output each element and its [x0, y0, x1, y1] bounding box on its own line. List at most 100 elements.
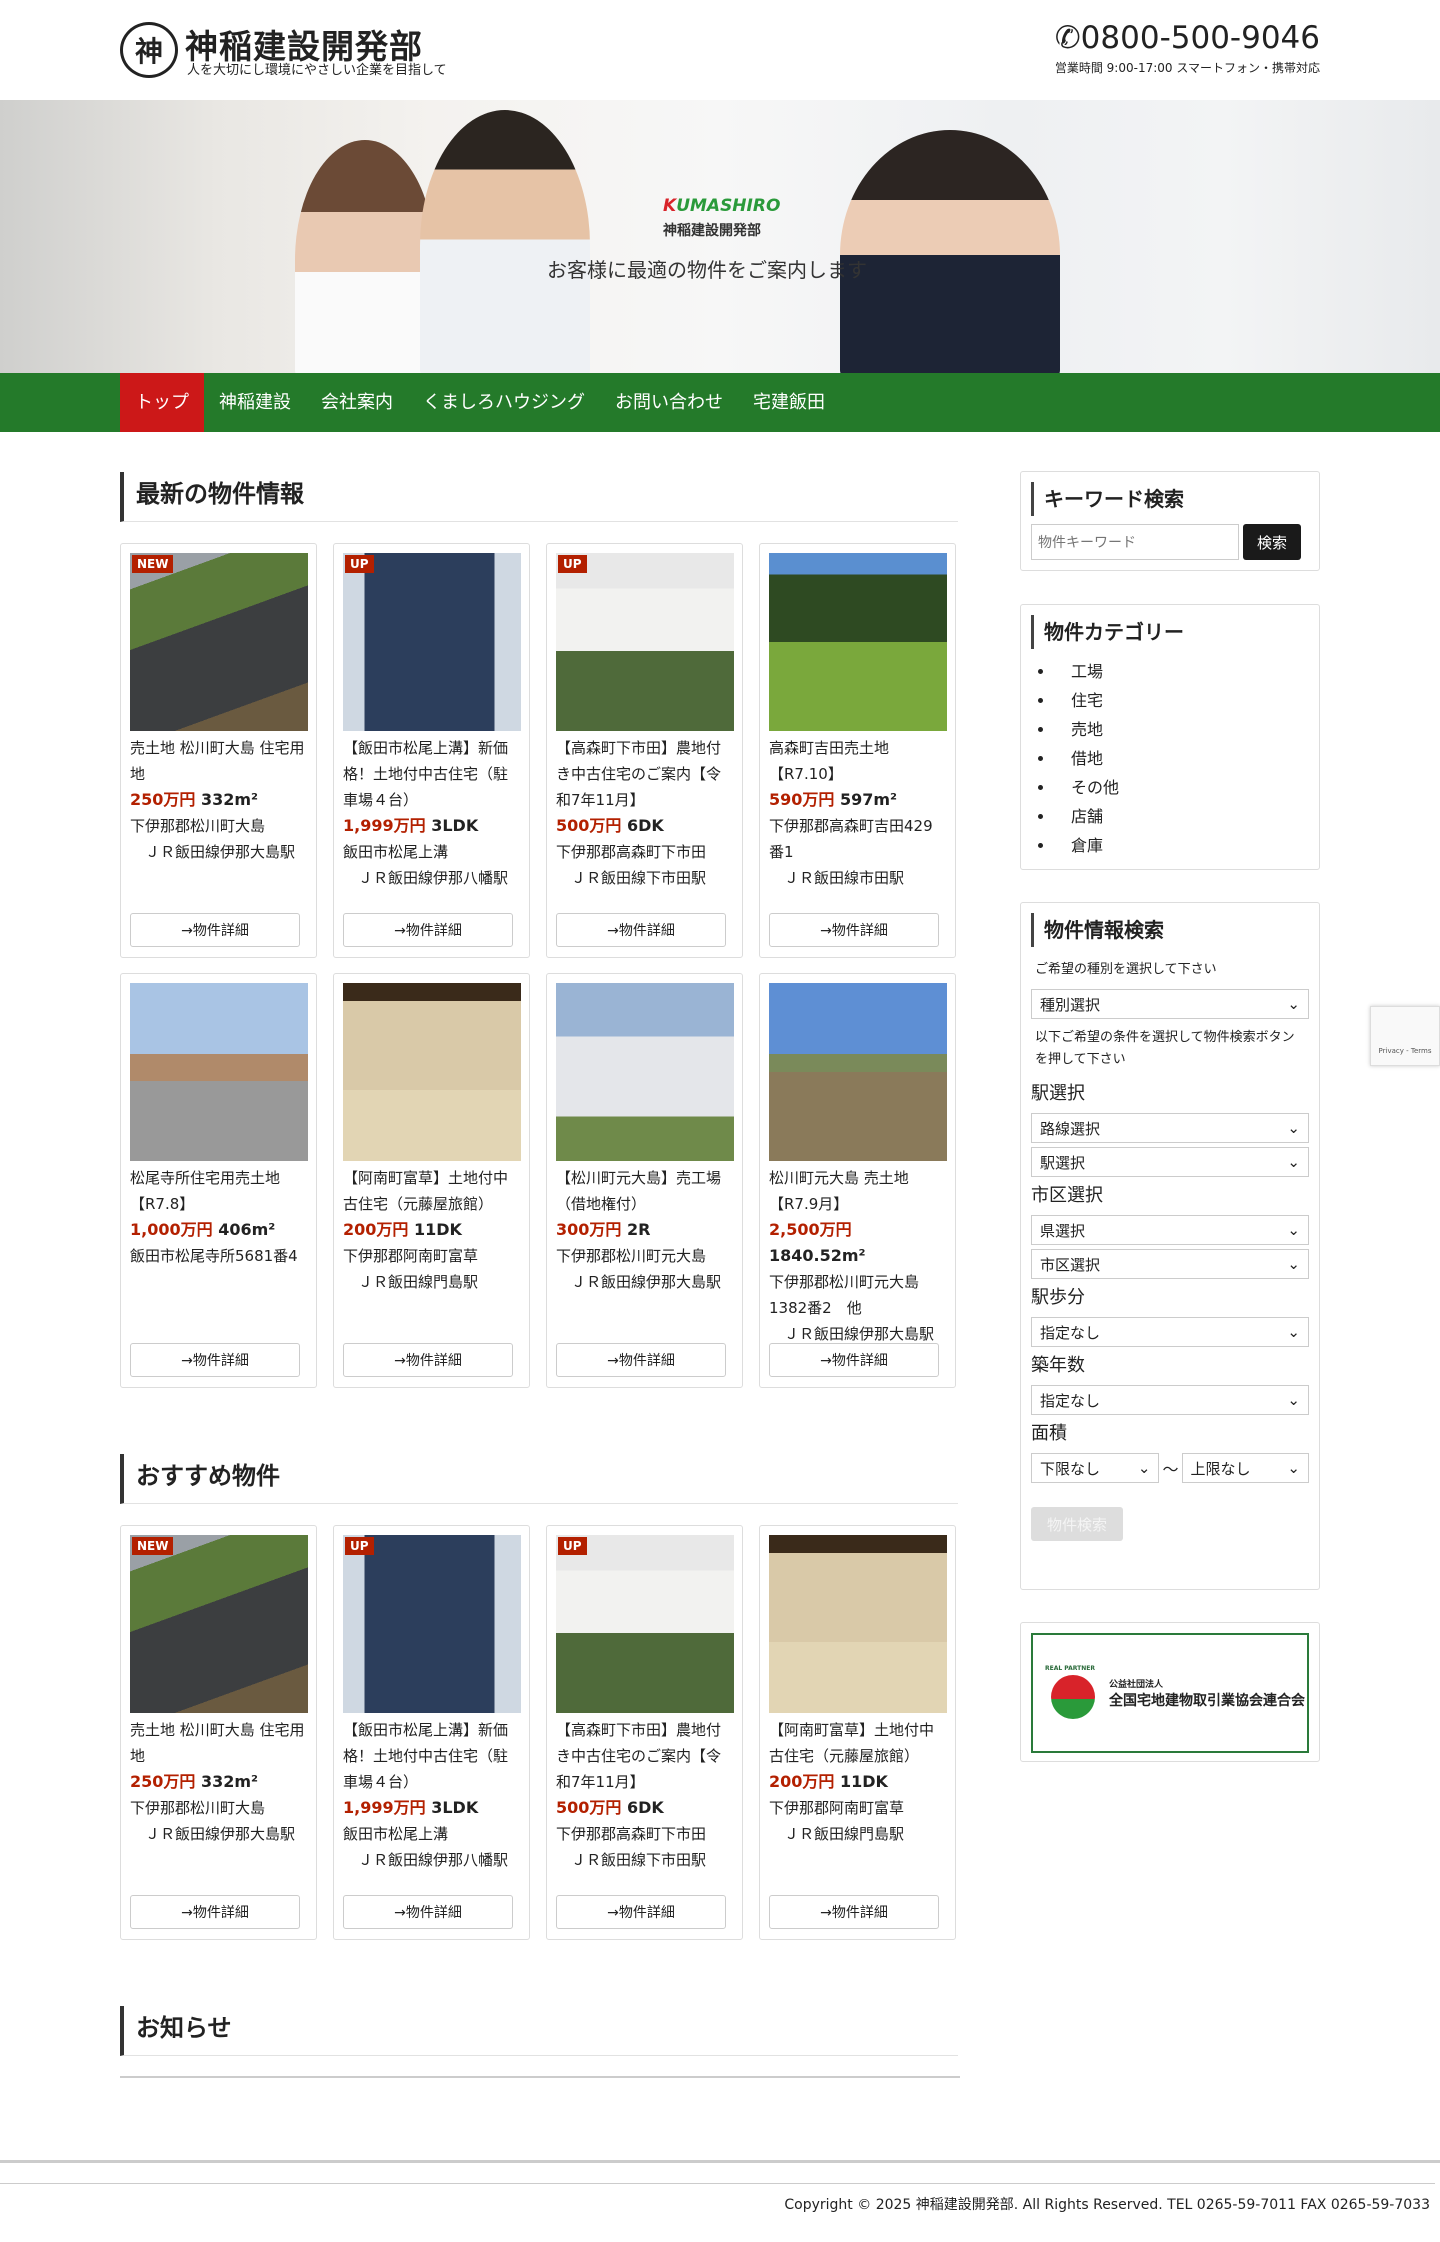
property-card[interactable]: 高森町吉田売土地【R7.10】 590万円 597m² 下伊那郡高森町吉田429番1…: [759, 543, 956, 958]
zentaku-banner[interactable]: REAL PARTNER 公益社団法人 全国宅地建物取引業協会連合会: [1031, 1633, 1309, 1753]
property-title[interactable]: 売土地 松川町大島 住宅用地: [130, 1717, 307, 1769]
property-title[interactable]: 高森町吉田売土地【R7.10】: [769, 735, 946, 787]
hero-catchcopy: お客様に最適の物件をご案内します: [547, 258, 867, 282]
price-value: 2,500万円: [769, 1220, 852, 1239]
property-photo[interactable]: [343, 983, 521, 1161]
property-card[interactable]: 松尾寺所住宅用売土地【R7.8】 1,000万円 406m² 飯田市松尾寺所5681…: [120, 973, 317, 1388]
widget-title: キーワード検索: [1031, 482, 1309, 516]
category-link[interactable]: その他: [1055, 773, 1309, 802]
category-link[interactable]: 店舗: [1055, 802, 1309, 831]
property-photo[interactable]: UP: [343, 553, 521, 731]
property-title[interactable]: 松尾寺所住宅用売土地【R7.8】: [130, 1165, 307, 1217]
property-spec: 3LDK: [431, 816, 479, 835]
property-address: 下伊那郡松川町大島: [130, 817, 266, 835]
property-photo[interactable]: UP: [556, 1535, 734, 1713]
detail-button[interactable]: →物件詳細: [769, 1343, 939, 1377]
nav-kumashiro-kensetsu[interactable]: 神稲建設: [204, 373, 306, 432]
property-address: 下伊那郡高森町吉田429番1: [769, 817, 933, 861]
property-card[interactable]: NEW 売土地 松川町大島 住宅用地 250万円 332m² 下伊那郡松川町大島 ＪＲ…: [120, 543, 317, 958]
city-select[interactable]: 市区選択 ⌄: [1031, 1249, 1309, 1279]
property-photo[interactable]: [556, 983, 734, 1161]
company-logo-icon[interactable]: 神: [120, 22, 178, 78]
detail-button[interactable]: →物件詳細: [343, 1343, 513, 1377]
type-select[interactable]: 種別選択 ⌄: [1031, 989, 1309, 1019]
property-photo[interactable]: [769, 1535, 947, 1713]
station-select[interactable]: 駅選択 ⌄: [1031, 1147, 1309, 1177]
property-title[interactable]: 【高森町下市田】農地付き中古住宅のご案内【令和7年11月】: [556, 1717, 733, 1795]
nav-housing[interactable]: くましろハウジング: [408, 373, 600, 432]
property-title[interactable]: 売土地 松川町大島 住宅用地: [130, 735, 307, 787]
property-title[interactable]: 【飯田市松尾上溝】新価格！土地付中古住宅（駐車場４台）: [343, 735, 520, 813]
property-title[interactable]: 【飯田市松尾上溝】新価格！土地付中古住宅（駐車場４台）: [343, 1717, 520, 1795]
detail-button[interactable]: →物件詳細: [130, 1343, 300, 1377]
property-card[interactable]: 【阿南町富草】土地付中古住宅（元藤屋旅館） 200万円 11DK 下伊那郡阿南町富草…: [759, 1525, 956, 1940]
detail-button[interactable]: →物件詳細: [556, 1343, 726, 1377]
field-label: 駅歩分: [1031, 1287, 1085, 1308]
property-title[interactable]: 【阿南町富草】土地付中古住宅（元藤屋旅館）: [343, 1165, 520, 1217]
banner-small-text: 公益社団法人: [1109, 1679, 1164, 1690]
status-badge: UP: [558, 555, 587, 573]
detail-button[interactable]: →物件詳細: [343, 913, 513, 947]
building-age-select[interactable]: 指定なし ⌄: [1031, 1385, 1309, 1415]
category-link[interactable]: 住宅: [1055, 686, 1309, 715]
detail-button[interactable]: →物件詳細: [556, 913, 726, 947]
property-price: 1,999万円 3LDK: [343, 813, 520, 839]
range-tilde: 〜: [1162, 1460, 1179, 1479]
hero-brand-logo: KUMASHIRO: [663, 196, 781, 216]
property-spec: 406m²: [218, 1220, 276, 1239]
detail-button[interactable]: →物件詳細: [556, 1895, 726, 1929]
property-title[interactable]: 【松川町元大島】売工場（借地権付）: [556, 1165, 733, 1217]
keyword-input[interactable]: [1031, 524, 1239, 560]
keyword-search-button[interactable]: 検索: [1243, 524, 1301, 560]
property-photo[interactable]: [769, 983, 947, 1161]
nav-company[interactable]: 会社案内: [306, 373, 408, 432]
walk-minutes-select[interactable]: 指定なし ⌄: [1031, 1317, 1309, 1347]
nav-contact[interactable]: お問い合わせ: [600, 373, 738, 432]
detail-button[interactable]: →物件詳細: [769, 913, 939, 947]
recaptcha-links[interactable]: Privacy - Terms: [1379, 1047, 1432, 1055]
detail-button[interactable]: →物件詳細: [343, 1895, 513, 1929]
property-card[interactable]: 【松川町元大島】売工場（借地権付） 300万円 2R 下伊那郡松川町元大島 ＪＲ飯田…: [546, 973, 743, 1388]
recaptcha-badge[interactable]: Privacy - Terms: [1370, 1006, 1440, 1066]
property-title[interactable]: 松川町元大島 売土地【R7.9月】: [769, 1165, 946, 1217]
property-card[interactable]: UP 【高森町下市田】農地付き中古住宅のご案内【令和7年11月】 500万円 6DK…: [546, 543, 743, 958]
property-card[interactable]: NEW 売土地 松川町大島 住宅用地 250万円 332m² 下伊那郡松川町大島 ＪＲ…: [120, 1525, 317, 1940]
property-spec: 3LDK: [431, 1798, 479, 1817]
property-photo[interactable]: [769, 553, 947, 731]
nav-top[interactable]: トップ: [120, 373, 204, 432]
category-link[interactable]: 工場: [1055, 657, 1309, 686]
property-search-button[interactable]: 物件検索: [1031, 1507, 1123, 1541]
zentaku-banner-widget: REAL PARTNER 公益社団法人 全国宅地建物取引業協会連合会: [1020, 1622, 1320, 1762]
property-title[interactable]: 【阿南町富草】土地付中古住宅（元藤屋旅館）: [769, 1717, 946, 1769]
property-card[interactable]: UP 【飯田市松尾上溝】新価格！土地付中古住宅（駐車場４台） 1,999万円 3LD…: [333, 1525, 530, 1940]
prefecture-select[interactable]: 県選択 ⌄: [1031, 1215, 1309, 1245]
property-card[interactable]: UP 【高森町下市田】農地付き中古住宅のご案内【令和7年11月】 500万円 6DK…: [546, 1525, 743, 1940]
property-photo[interactable]: UP: [556, 553, 734, 731]
property-photo[interactable]: NEW: [130, 553, 308, 731]
detail-button[interactable]: →物件詳細: [130, 1895, 300, 1929]
category-link[interactable]: 倉庫: [1055, 831, 1309, 860]
property-card[interactable]: 松川町元大島 売土地【R7.9月】 2,500万円 1840.52m² 下伊那郡松川…: [759, 973, 956, 1388]
phone-number[interactable]: ✆0800-500-9046: [1055, 20, 1320, 56]
property-card[interactable]: 【阿南町富草】土地付中古住宅（元藤屋旅館） 200万円 11DK 下伊那郡阿南町富草…: [333, 973, 530, 1388]
property-photo[interactable]: NEW: [130, 1535, 308, 1713]
property-photo[interactable]: UP: [343, 1535, 521, 1713]
category-link[interactable]: 売地: [1055, 715, 1309, 744]
detail-button[interactable]: →物件詳細: [130, 913, 300, 947]
property-spec: 6DK: [626, 816, 664, 835]
price-value: 200万円: [769, 1772, 835, 1791]
area-min-select[interactable]: 下限なし ⌄: [1031, 1453, 1160, 1483]
category-link[interactable]: 借地: [1055, 744, 1309, 773]
price-value: 590万円: [769, 790, 835, 809]
nav-takken-iida[interactable]: 宅建飯田: [738, 373, 840, 432]
hero-photo-man: [420, 110, 590, 373]
area-max-select[interactable]: 上限なし ⌄: [1181, 1453, 1309, 1483]
property-price: 250万円 332m²: [130, 1769, 307, 1795]
property-title[interactable]: 【高森町下市田】農地付き中古住宅のご案内【令和7年11月】: [556, 735, 733, 813]
detail-button[interactable]: →物件詳細: [769, 1895, 939, 1929]
property-photo[interactable]: [130, 983, 308, 1161]
hero-subtitle: 神稲建設開発部: [663, 223, 761, 239]
line-select[interactable]: 路線選択 ⌄: [1031, 1113, 1309, 1143]
property-card[interactable]: UP 【飯田市松尾上溝】新価格！土地付中古住宅（駐車場４台） 1,999万円 3LD…: [333, 543, 530, 958]
widget-title: 物件情報検索: [1031, 913, 1309, 947]
